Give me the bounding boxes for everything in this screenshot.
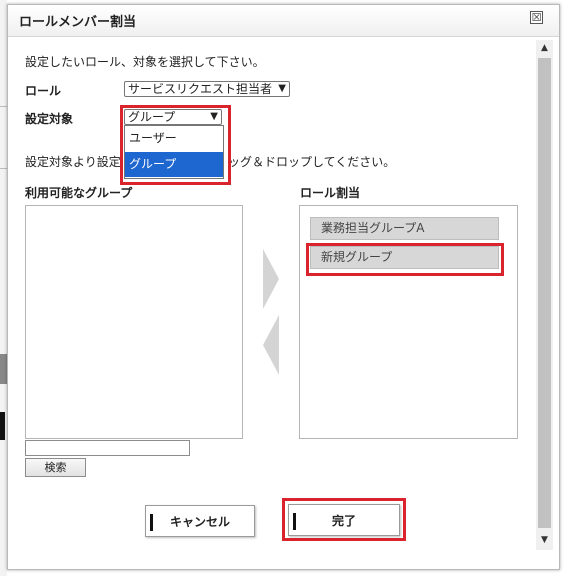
background-divider	[0, 354, 7, 384]
search-input[interactable]	[25, 440, 190, 456]
assigned-list[interactable]	[299, 205, 518, 439]
add-arrow-icon[interactable]	[263, 249, 279, 309]
chevron-down-icon: ▼	[278, 83, 286, 94]
background-divider	[0, 412, 5, 440]
close-icon[interactable]: ☒	[530, 11, 543, 24]
dialog-title: ロールメンバー割当	[19, 15, 137, 30]
available-group-list[interactable]	[25, 205, 243, 439]
cancel-button[interactable]: キャンセル	[145, 505, 255, 537]
drag-hint-right: ッグ＆ドロップしてください。	[228, 155, 396, 169]
scroll-thumb[interactable]	[538, 58, 551, 528]
highlight-new-group	[306, 243, 504, 276]
assigned-item[interactable]: 業務担当グループA	[310, 217, 499, 240]
scroll-up-icon[interactable]: ▲	[536, 40, 553, 56]
role-select[interactable]: サービスリクエスト担当者 ▼	[124, 81, 290, 97]
role-label: ロール	[25, 84, 62, 98]
highlight-done-button	[282, 498, 406, 541]
instructions-text: 設定したいロール、対象を選択して下さい。	[25, 55, 265, 69]
role-select-value: サービスリクエスト担当者	[128, 82, 273, 96]
assigned-header: ロール割当	[300, 186, 361, 200]
drag-hint-left: 設定対象より設定	[25, 155, 121, 169]
cancel-button-label: キャンセル	[169, 515, 230, 529]
remove-arrow-icon[interactable]	[263, 315, 279, 375]
target-label: 設定対象	[25, 112, 74, 126]
background-divider	[0, 106, 7, 107]
available-header: 利用可能なグループ	[25, 186, 133, 200]
highlight-target-dropdown	[120, 105, 231, 185]
button-bar	[150, 514, 153, 531]
search-button[interactable]: 検索	[25, 458, 86, 477]
scroll-down-icon[interactable]: ▼	[536, 532, 553, 548]
background-divider	[0, 168, 7, 169]
background-page	[0, 0, 7, 576]
